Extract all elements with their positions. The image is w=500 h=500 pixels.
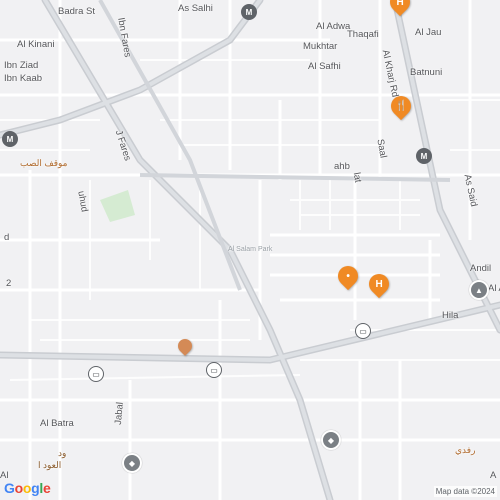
street-label-ibn-kaab: Ibn Kaab: [4, 73, 43, 84]
street-label-thaqafi: Thaqafi: [347, 29, 379, 40]
street-label-ahb: ahb: [334, 161, 350, 172]
bus-stop-icon[interactable]: ▭: [355, 323, 371, 339]
street-label-andil: Andil: [470, 263, 492, 274]
street-label-arabic-station: موقف الصب: [20, 158, 68, 168]
fork-knife-icon: 🍴: [394, 100, 408, 112]
bus-stop-icon[interactable]: ▭: [206, 362, 222, 378]
pin-letter-h: H: [375, 278, 383, 290]
street-label-al-safhi: Al Safhi: [308, 61, 341, 72]
street-label-number-edge: 2: [6, 278, 12, 289]
street-label-as-salhi: As Salhi: [178, 3, 213, 14]
grey-place-pin[interactable]: ▲: [469, 280, 489, 300]
street-label-mukhtar: Mukhtar: [303, 41, 338, 52]
street-label-hila: Hila: [442, 310, 459, 321]
map-attribution[interactable]: Map data ©2024: [433, 486, 497, 497]
street-label-al-kinani: Al Kinani: [17, 39, 55, 50]
street-label-a-edge: A: [490, 470, 497, 481]
street-label-jabal: Jabal: [112, 401, 126, 426]
street-label-ibn-ziad: Ibn Ziad: [4, 60, 39, 71]
pin-dot: •: [346, 270, 350, 282]
bus-stop-icon[interactable]: ▭: [88, 366, 104, 382]
street-label-al-a: Al A: [488, 283, 500, 294]
street-label-batnuni: Batnuni: [410, 67, 443, 78]
street-label-al-adwa: Al Adwa: [316, 21, 351, 32]
faded-poi-label: Al Salam Park: [228, 246, 273, 253]
street-label-d-edge: d: [4, 232, 10, 243]
pin-letter: H: [396, 0, 404, 8]
street-label-lat: lat: [350, 171, 364, 184]
street-label-al-jau: Al Jau: [415, 27, 442, 38]
metro-station-icon[interactable]: M: [2, 131, 18, 147]
street-label-al-batra: Al Batra: [40, 418, 74, 429]
street-label-arabic-ud: ود: [58, 448, 67, 458]
metro-station-icon[interactable]: M: [416, 148, 432, 164]
street-label-arabic-right: رفدي: [455, 445, 476, 455]
street-label-arabic-alawd: العود ا: [38, 460, 62, 470]
map-canvas[interactable]: Badra St As Salhi Al Adwa Thaqafi Mukhta…: [0, 0, 500, 500]
grey-place-pin[interactable]: ◆: [122, 453, 142, 473]
street-label-badra: Badra St: [58, 6, 95, 17]
metro-station-icon[interactable]: M: [241, 4, 257, 20]
grey-place-pin[interactable]: ◆: [321, 430, 341, 450]
google-logo: Google: [4, 480, 51, 496]
